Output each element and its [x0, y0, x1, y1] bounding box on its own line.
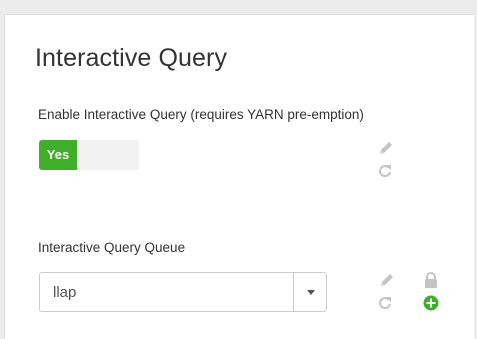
interactive-query-queue-select[interactable]: llap — [39, 272, 327, 312]
lock-icon[interactable] — [422, 271, 440, 289]
undo-icon[interactable] — [376, 162, 394, 180]
interactive-query-queue-label: Interactive Query Queue — [38, 240, 186, 255]
caret-down-icon[interactable] — [307, 290, 315, 295]
select-divider — [293, 273, 294, 311]
enable-interactive-query-toggle[interactable]: Yes — [39, 140, 139, 170]
pencil-icon[interactable] — [378, 271, 396, 289]
toggle-yes-state: Yes — [39, 140, 77, 170]
page: Interactive Query Enable Interactive Que… — [0, 0, 477, 339]
enable-interactive-query-label: Enable Interactive Query (requires YARN … — [38, 107, 364, 122]
pencil-icon[interactable] — [377, 139, 395, 157]
queue-selected-value: llap — [53, 284, 77, 301]
undo-icon[interactable] — [376, 294, 394, 312]
plus-circle-icon[interactable] — [422, 294, 440, 312]
section-title: Interactive Query — [35, 44, 228, 72]
